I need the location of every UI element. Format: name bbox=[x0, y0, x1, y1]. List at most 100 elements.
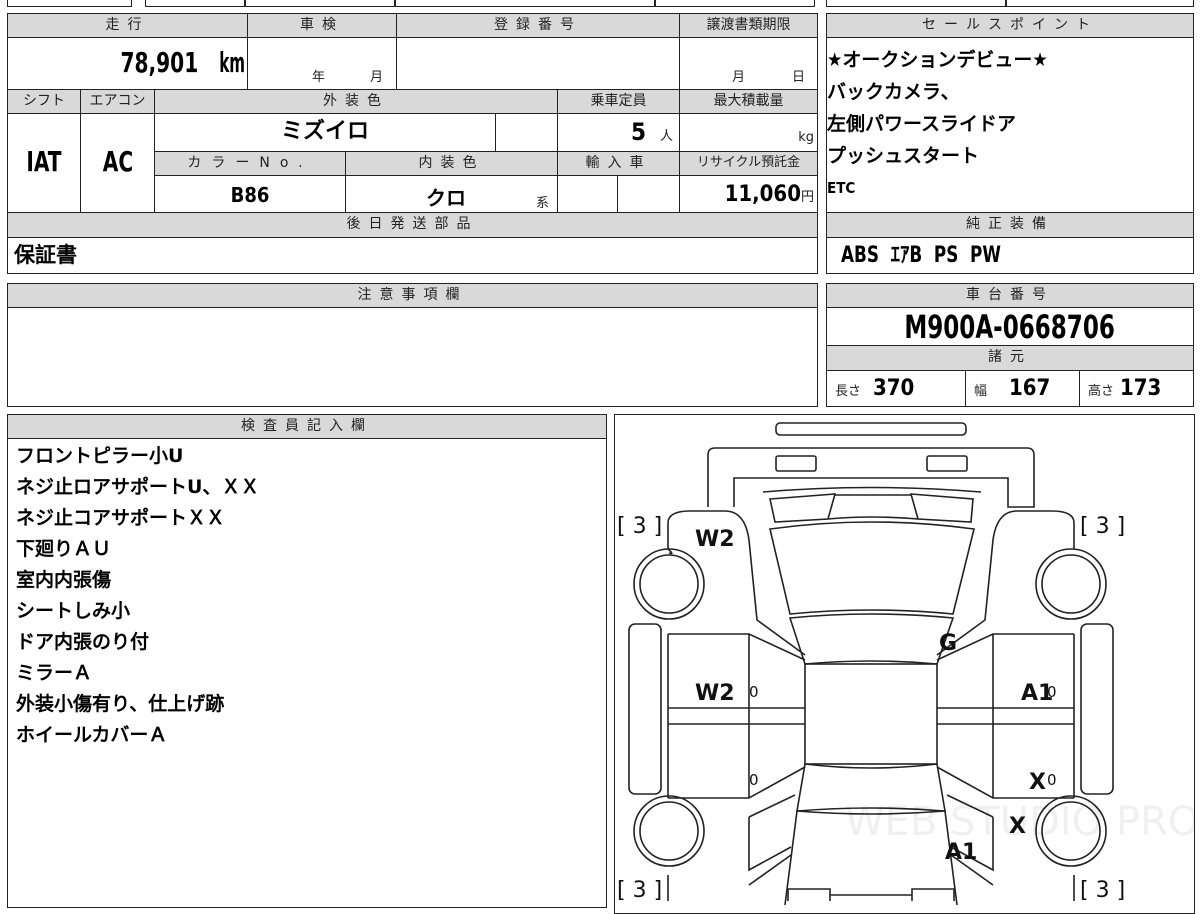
exterior-color-value: ミズイロ bbox=[154, 113, 496, 152]
recycle-unit: 円 bbox=[800, 190, 814, 205]
equipment-value: ABS ｴｱB PS PW bbox=[826, 237, 1194, 274]
capacity-value: 5人 bbox=[557, 113, 680, 152]
rear-bumper bbox=[787, 888, 955, 901]
inspector-line: ホイールカバーＡ bbox=[16, 724, 168, 746]
wheel-front-right bbox=[1035, 548, 1107, 620]
top-strip-cell bbox=[245, 0, 395, 7]
top-strip-cell bbox=[1006, 0, 1194, 7]
door-zero-mark: 0 bbox=[749, 683, 759, 701]
exterior-color-header: 外装色 bbox=[154, 89, 558, 114]
inspector-line: ミラーＡ bbox=[16, 662, 93, 684]
transfer-month: 月 bbox=[732, 70, 746, 85]
inspector-body: フロントピラー小U ネジ止ロアサポートU、ＸＸ ネジ止コアサポートＸＸ 下廻りＡ… bbox=[7, 438, 607, 908]
car-diagram-panel: WEB STUDIO PRO [ 3 ] [ 3 ] [ 3 ] [ 3 ] W… bbox=[614, 414, 1195, 914]
spec-height: 高さ 173 bbox=[1079, 370, 1194, 407]
interior-color-value: クロ 系 bbox=[345, 175, 558, 213]
inspector-line: 下廻りＡＵ bbox=[16, 538, 112, 560]
front-bumper bbox=[775, 422, 967, 436]
left-rear-quarter bbox=[667, 794, 796, 901]
notes-header: 注意事項欄 bbox=[7, 283, 818, 308]
exterior-color-text: ミズイロ bbox=[280, 119, 369, 144]
mileage-header: 走行 bbox=[7, 13, 248, 38]
mark-right-rear-door: X bbox=[1029, 770, 1046, 795]
tire-mark-rear-right: [ 3 ] bbox=[1080, 878, 1125, 903]
door-zero-mark: 0 bbox=[1047, 771, 1057, 789]
door-zero-mark: 0 bbox=[749, 771, 759, 789]
capacity-number: 5 bbox=[630, 118, 646, 146]
sales-point-item: 左側パワースライドア bbox=[827, 113, 1017, 135]
headlamp-right bbox=[926, 455, 968, 472]
tire-mark-front-right: [ 3 ] bbox=[1080, 514, 1125, 539]
door-zero-mark: 0 bbox=[1047, 683, 1057, 701]
sales-points-body: ★オークションデビュー★ バックカメラ、 左側パワースライドア プッシュスタート… bbox=[826, 37, 1194, 213]
ac-text: AC bbox=[102, 145, 133, 178]
equipment-text: ABS ｴｱB PS PW bbox=[841, 243, 1001, 268]
shift-text: IAT bbox=[26, 145, 62, 178]
roof bbox=[804, 663, 938, 765]
mark-trunk: A1 bbox=[945, 840, 977, 865]
hood-front bbox=[707, 447, 1035, 508]
chassis-value: M900A-0668706 bbox=[826, 307, 1194, 346]
left-doors bbox=[667, 633, 806, 799]
left-mirror bbox=[628, 623, 662, 795]
roof-front bbox=[788, 613, 955, 665]
later-parts-header: 後日発送部品 bbox=[7, 212, 818, 238]
interior-color-text: クロ bbox=[426, 186, 466, 210]
transfer-day: 日 bbox=[792, 70, 806, 85]
mileage-unit: km bbox=[219, 46, 245, 79]
ac-value: AC bbox=[80, 113, 155, 213]
color-no-value: B86 bbox=[154, 175, 346, 213]
length-label: 長さ bbox=[835, 384, 862, 399]
headlamp-left bbox=[775, 455, 817, 472]
shaken-month: 月 bbox=[370, 70, 384, 85]
inspector-line: ネジ止コアサポートＸＸ bbox=[16, 507, 226, 529]
height-label: 高さ bbox=[1088, 384, 1115, 399]
windshield bbox=[769, 521, 975, 615]
color-no-text: B86 bbox=[230, 183, 270, 207]
chassis-header: 車台番号 bbox=[826, 283, 1194, 308]
import-value-2 bbox=[617, 175, 680, 213]
wheel-rear-left bbox=[633, 795, 705, 867]
top-strip-cell bbox=[395, 0, 655, 7]
later-parts-value: 保証書 bbox=[7, 237, 818, 274]
sales-points-header: セールスポイント bbox=[826, 13, 1194, 38]
inspector-line: シートしみ小 bbox=[16, 600, 131, 622]
height-value: 173 bbox=[1120, 376, 1162, 401]
shaken-header: 車検 bbox=[247, 13, 397, 38]
spec-width: 幅 167 bbox=[965, 370, 1080, 407]
mileage-value: 78,901 km bbox=[7, 37, 248, 90]
cowl bbox=[762, 486, 982, 523]
top-strip-cell bbox=[7, 0, 132, 7]
inspector-line: フロントピラー小U bbox=[16, 445, 184, 467]
inspector-line: ドア内張のり付 bbox=[16, 631, 150, 653]
width-label: 幅 bbox=[974, 384, 988, 399]
color-no-header: カラーNo. bbox=[154, 151, 346, 176]
sales-point-item: ★オークションデビュー★ bbox=[827, 49, 1048, 71]
shaken-year: 年 bbox=[312, 70, 326, 85]
wheel-front-left bbox=[633, 548, 705, 620]
mark-left-front-door: W2 bbox=[695, 681, 735, 706]
recycle-header: リサイクル預託金 bbox=[679, 151, 818, 176]
mark-roof: G bbox=[939, 631, 957, 656]
capacity-header: 乗車定員 bbox=[557, 89, 680, 114]
car-diagram: WEB STUDIO PRO [ 3 ] [ 3 ] [ 3 ] [ 3 ] W… bbox=[617, 422, 1194, 906]
max-load-header: 最大積載量 bbox=[679, 89, 818, 114]
transfer-deadline-value: 月 日 bbox=[679, 37, 818, 90]
top-strip-cell bbox=[826, 0, 1006, 7]
shift-header: シフト bbox=[7, 89, 81, 114]
recycle-value: 11,060円 bbox=[679, 175, 818, 213]
width-value: 167 bbox=[1009, 376, 1051, 401]
sales-point-item: バックカメラ、 bbox=[827, 81, 960, 103]
length-value: 370 bbox=[873, 376, 915, 401]
right-mirror bbox=[1080, 623, 1114, 795]
inspector-line: ネジ止ロアサポートU、ＸＸ bbox=[16, 476, 260, 498]
registration-header: 登録番号 bbox=[396, 13, 680, 38]
transfer-deadline-header: 譲渡書類期限 bbox=[679, 13, 818, 38]
chassis-number: M900A-0668706 bbox=[904, 308, 1116, 346]
specs-header: 諸元 bbox=[826, 345, 1194, 371]
ac-header: エアコン bbox=[80, 89, 155, 114]
shift-value: IAT bbox=[7, 113, 81, 213]
tire-mark-rear-left: [ 3 ] bbox=[617, 878, 662, 903]
mileage-number: 78,901 bbox=[120, 46, 198, 79]
spec-length: 長さ 370 bbox=[826, 370, 966, 407]
